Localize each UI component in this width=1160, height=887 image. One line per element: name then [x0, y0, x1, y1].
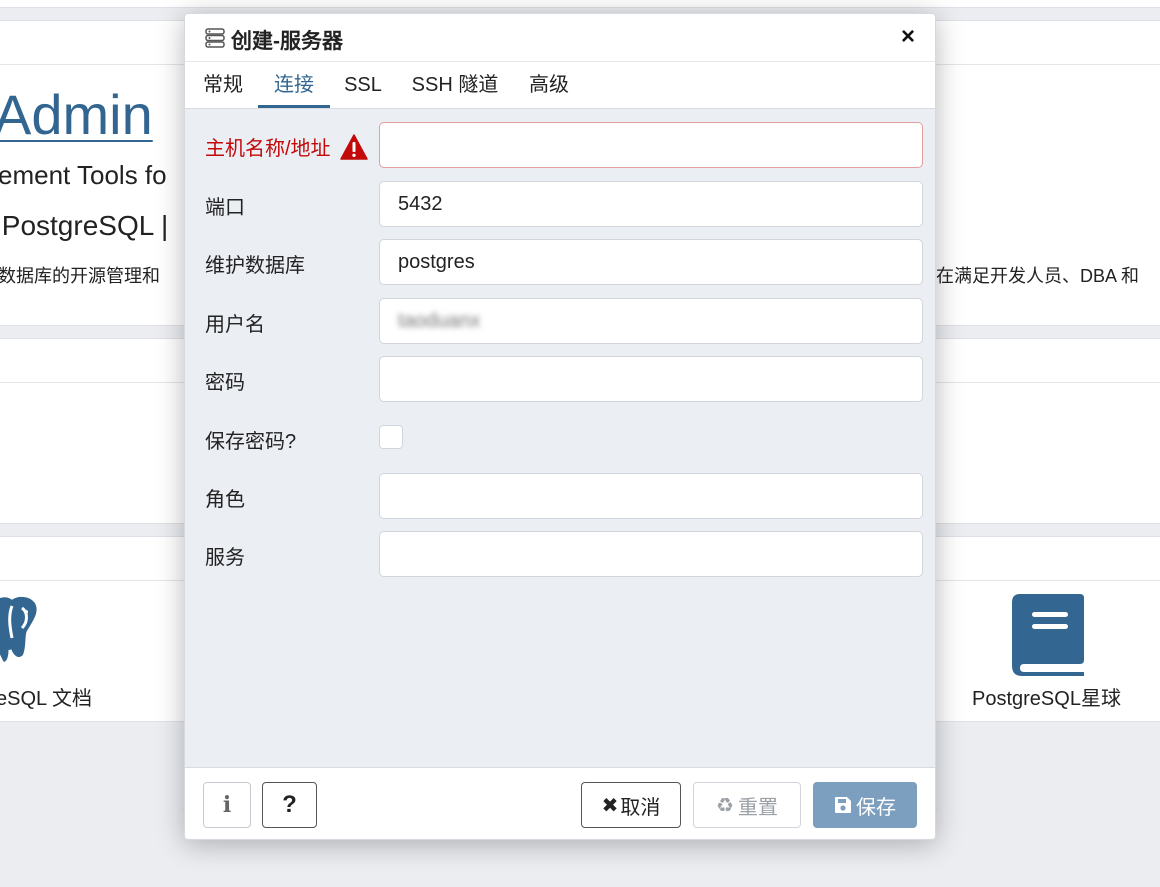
create-server-dialog: 创建-服务器 × 常规 连接 SSL SSH 隧道 高级 主机名称/地址 端口 … [184, 13, 936, 840]
save-button-label: 保存 [856, 796, 896, 819]
description-text: 数据库的开源管理和 [0, 266, 160, 286]
cancel-button[interactable]: ✖ 取消 [581, 782, 681, 828]
maintenance-db-input[interactable] [379, 239, 923, 285]
postgresql-elephant-icon[interactable] [0, 592, 48, 668]
service-label: 服务 [205, 547, 245, 569]
background-topbar [0, 0, 1160, 8]
password-row: 密码 [185, 356, 935, 404]
tab-advanced[interactable]: 高级 [527, 62, 571, 108]
dialog-title: 创建-服务器 [231, 30, 343, 53]
cancel-button-label: 取消 [620, 796, 661, 819]
service-input[interactable] [379, 531, 923, 577]
dialog-footer: i ? ✖ 取消 ♻ 重置 保存 [185, 767, 935, 839]
username-row: 用户名 taoduanx [185, 298, 935, 346]
role-row: 角色 [185, 473, 935, 521]
book-icon[interactable] [1010, 592, 1086, 678]
username-value: taoduanx [398, 310, 481, 332]
docs-link[interactable]: eSQL 文档 [0, 682, 92, 711]
tab-general[interactable]: 常规 [201, 62, 245, 108]
reset-button[interactable]: ♻ 重置 [693, 782, 801, 828]
save-button[interactable]: 保存 [813, 782, 917, 828]
port-label: 端口 [205, 197, 245, 219]
password-label: 密码 [205, 372, 245, 394]
service-row: 服务 [185, 531, 935, 579]
planet-link[interactable]: PostgreSQL星球 [972, 682, 1121, 711]
username-input[interactable]: taoduanx [379, 298, 923, 344]
maintenance-db-row: 维护数据库 [185, 239, 935, 287]
feature-heading: ]PostgreSQL | [0, 210, 169, 241]
server-icon [205, 28, 225, 48]
tab-ssh-tunnel[interactable]: SSH 隧道 [409, 62, 501, 108]
tab-ssl[interactable]: SSL [343, 62, 383, 108]
port-row: 端口 [185, 181, 935, 229]
host-row: 主机名称/地址 [185, 122, 935, 170]
tab-connection[interactable]: 连接 [258, 62, 330, 108]
host-label: 主机名称/地址 [205, 138, 331, 160]
host-input[interactable] [379, 122, 923, 168]
save-password-row: 保存密码? [185, 415, 935, 463]
description-text: 在满足开发人员、DBA 和 [936, 266, 1140, 286]
password-input[interactable] [379, 356, 923, 402]
close-icon[interactable]: × [895, 23, 921, 51]
role-label: 角色 [205, 489, 245, 511]
close-icon: ✖ [601, 794, 619, 817]
dialog-header[interactable]: 创建-服务器 × [185, 14, 935, 62]
help-button[interactable]: ? [262, 782, 317, 828]
warning-icon [340, 134, 368, 160]
maintenance-db-label: 维护数据库 [205, 255, 305, 277]
brand-title[interactable]: Admin [0, 82, 153, 147]
brand-tagline: ement Tools fo [0, 160, 167, 190]
dialog-tabs: 常规 连接 SSL SSH 隧道 高级 [185, 62, 935, 109]
save-password-label: 保存密码? [205, 431, 297, 453]
reset-button-label: 重置 [737, 796, 778, 819]
username-label: 用户名 [205, 314, 265, 336]
role-input[interactable] [379, 473, 923, 519]
recycle-icon: ♻ [716, 794, 734, 817]
info-button[interactable]: i [203, 782, 251, 828]
save-password-checkbox[interactable] [379, 425, 403, 449]
port-input[interactable] [379, 181, 923, 227]
floppy-disk-icon [835, 797, 851, 813]
